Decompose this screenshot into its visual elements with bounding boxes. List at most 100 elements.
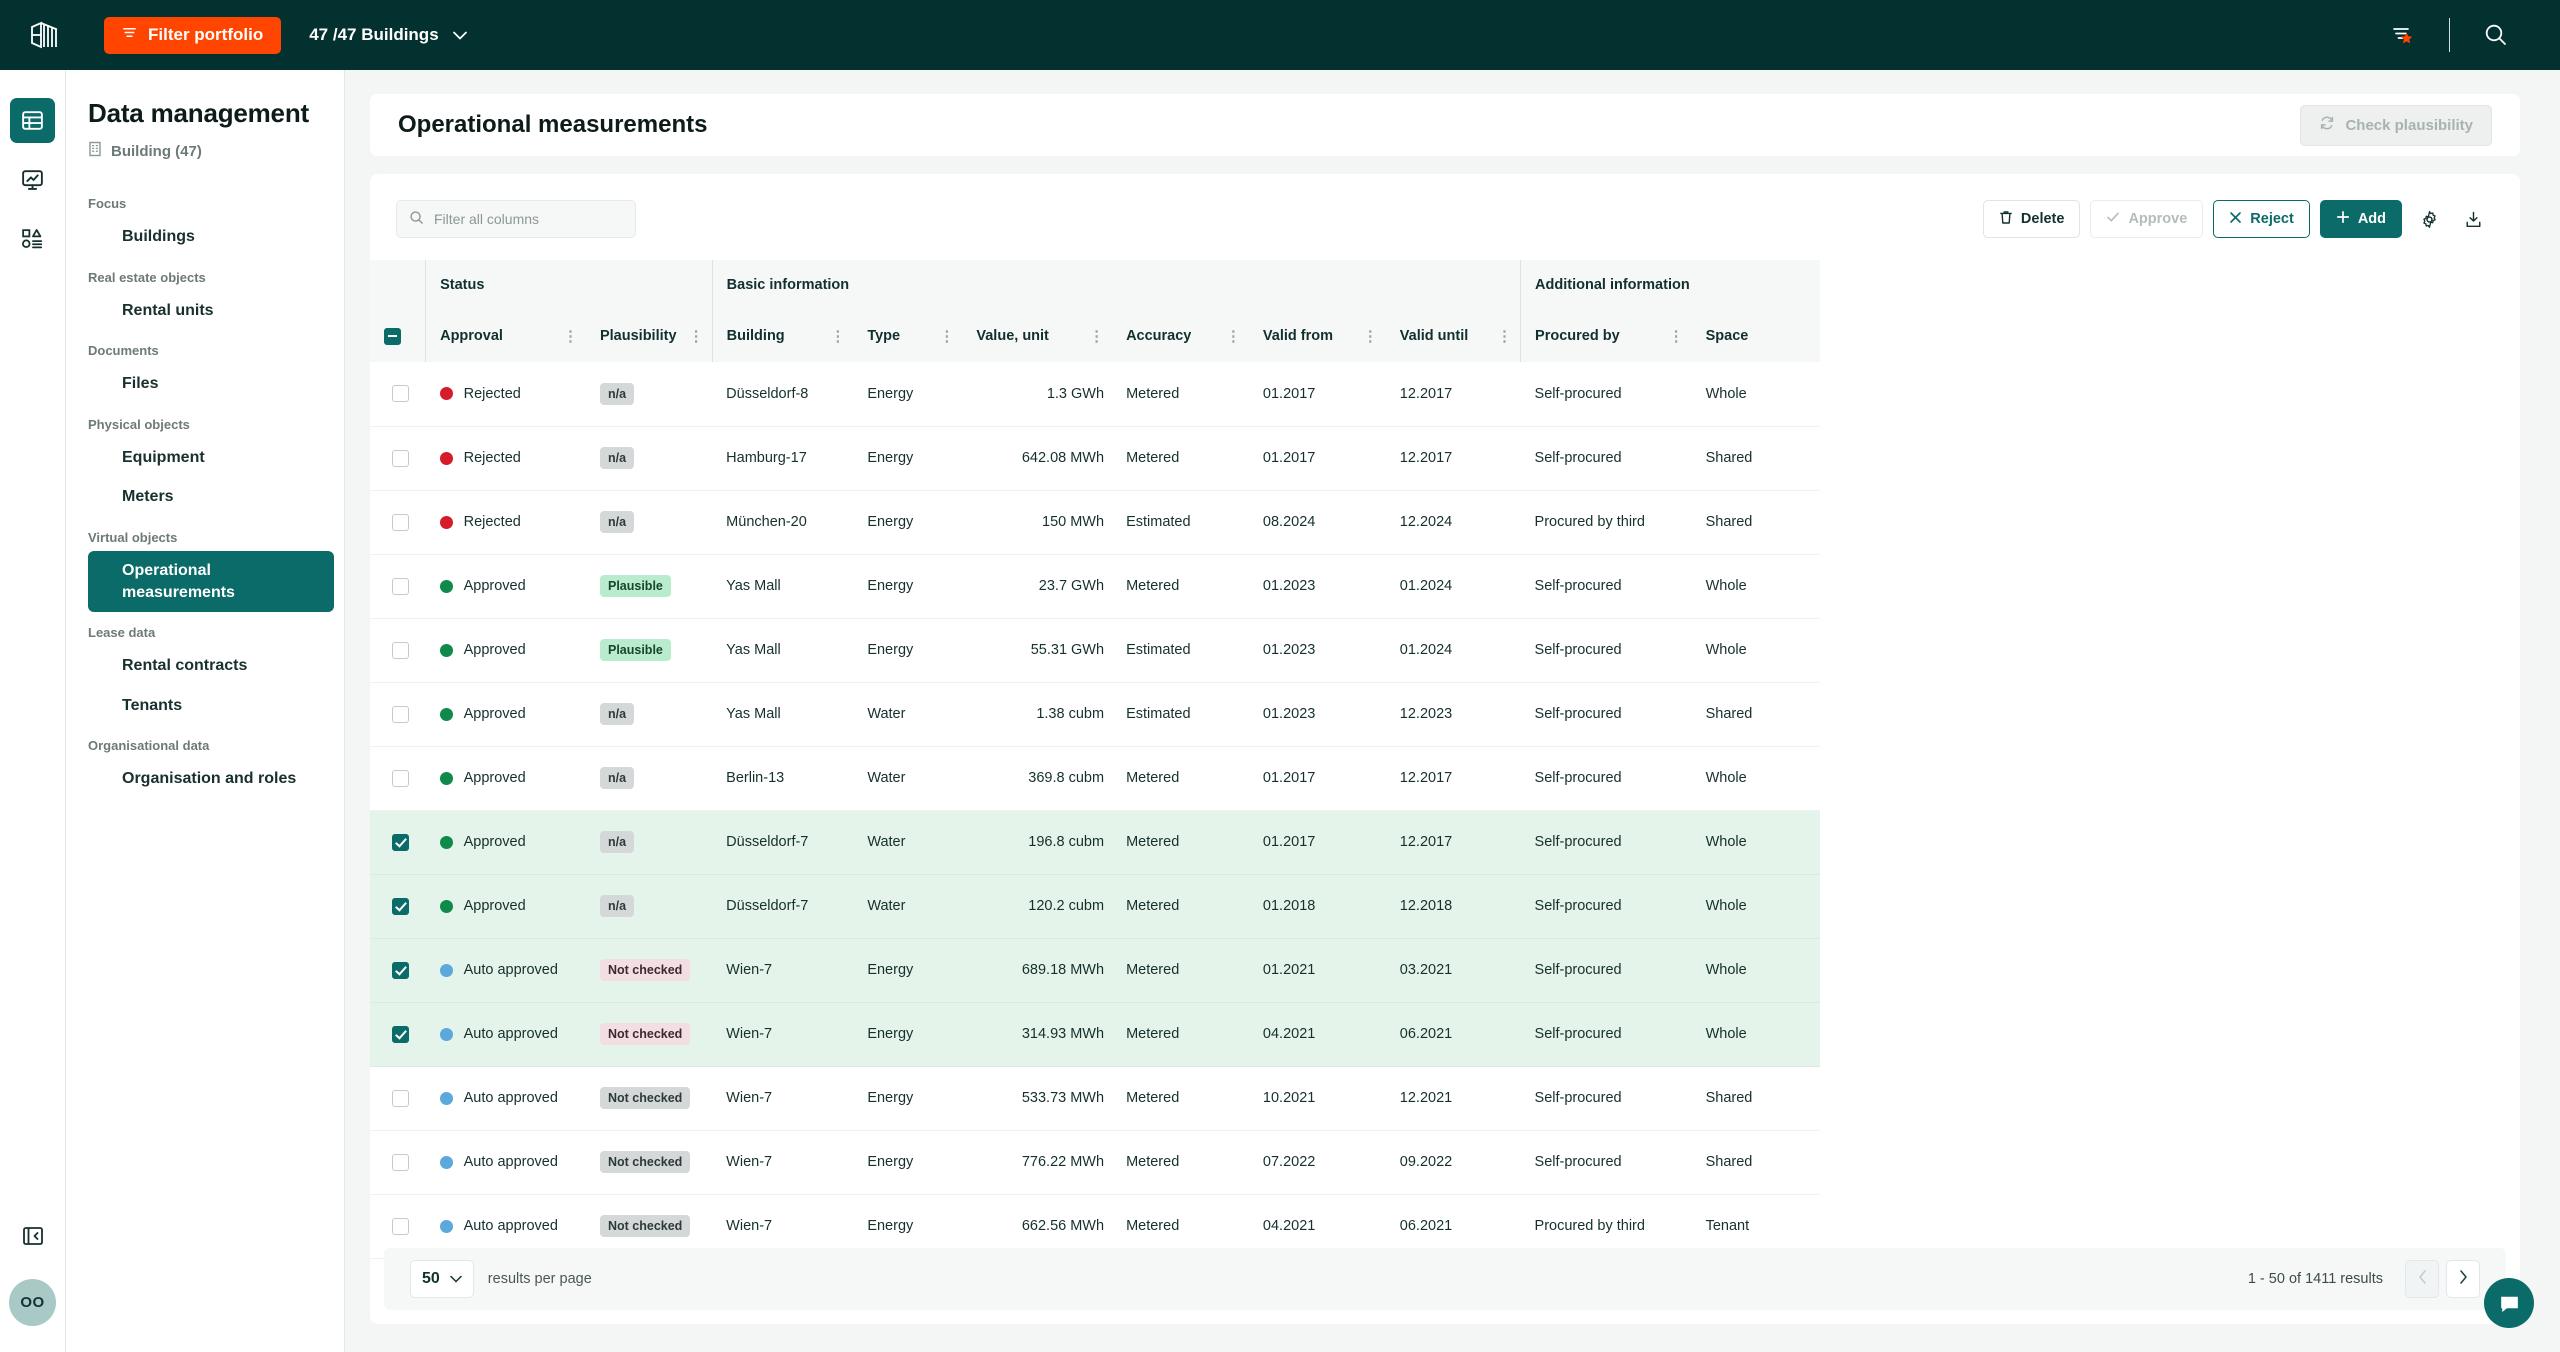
column-header-label: Value, unit (976, 328, 1049, 344)
cell-space: Shared (1705, 450, 1753, 466)
prev-page-button[interactable] (2405, 1260, 2439, 1298)
sidebar-item-tenants[interactable]: Tenants (88, 686, 334, 726)
cell-type: Water (867, 898, 906, 914)
search-icon[interactable] (2466, 0, 2526, 70)
collapse-panel-icon[interactable] (21, 1224, 45, 1253)
cell-value: 120.2 cubm (1028, 898, 1105, 914)
buildings-selector[interactable]: 47 /47 Buildings (309, 25, 467, 45)
column-header-plausibility[interactable]: Plausibility ⋮ (585, 310, 713, 362)
gear-icon[interactable] (2412, 202, 2446, 236)
search-input[interactable]: Filter all columns (396, 200, 636, 238)
column-header-building[interactable]: Building ⋮ (711, 310, 854, 362)
column-header-accuracy[interactable]: Accuracy ⋮ (1112, 310, 1249, 362)
sidebar-item-equipment[interactable]: Equipment (88, 438, 334, 478)
row-checkbox[interactable] (392, 513, 409, 531)
check-plausibility-button[interactable]: Check plausibility (2300, 104, 2492, 146)
table-row[interactable]: Auto approved Not checked Wien-7 Energy 533.… (370, 1066, 1820, 1130)
table-row[interactable]: Rejected n/a Düsseldorf-8 Energy 1.3 GWh Mete… (370, 362, 1820, 426)
chat-bubble-icon[interactable] (2484, 1278, 2534, 1328)
row-checkbox[interactable] (392, 1153, 409, 1171)
column-menu-icon[interactable]: ⋮ (1216, 329, 1241, 344)
row-checkbox[interactable] (392, 961, 409, 979)
chevron-left-icon (2418, 1269, 2427, 1289)
building-logo-icon[interactable] (12, 18, 78, 52)
table-row[interactable]: Approved n/a Düsseldorf-7 Water 196.8 cubm Me… (370, 810, 1820, 874)
cell-type: Energy (867, 578, 914, 594)
filter-portfolio-button[interactable]: Filter portfolio (104, 16, 282, 54)
rail-item-table-view[interactable] (10, 98, 55, 143)
column-menu-icon[interactable]: ⋮ (1659, 329, 1684, 344)
row-checkbox[interactable] (392, 833, 409, 851)
status-dot-icon (439, 1091, 453, 1105)
cell-approval: Auto approved (426, 938, 586, 1002)
row-checkbox[interactable] (392, 1217, 409, 1235)
approve-button[interactable]: Approve (2090, 200, 2204, 238)
cell-plausibility: n/a (586, 746, 712, 810)
row-checkbox[interactable] (392, 1025, 409, 1043)
cell-valid-until: 12.2017 (1399, 450, 1453, 466)
cell-building: Hamburg-17 (726, 450, 807, 466)
filter-star-icon[interactable] (2373, 0, 2433, 70)
search-icon (409, 210, 424, 228)
cell-type: Energy (867, 450, 914, 466)
table-row[interactable]: Rejected n/a München-20 Energy 150 MWh Estima… (370, 490, 1820, 554)
column-menu-icon[interactable]: ⋮ (1487, 329, 1512, 344)
row-checkbox[interactable] (392, 1089, 409, 1107)
row-checkbox[interactable] (392, 769, 409, 787)
column-menu-icon[interactable]: ⋮ (553, 329, 578, 344)
next-page-button[interactable] (2446, 1260, 2480, 1298)
table-row[interactable]: Approved Plausible Yas Mall Energy 55.31 GWh… (370, 618, 1820, 682)
table-row[interactable]: Auto approved Not checked Wien-7 Energy 314.… (370, 1002, 1820, 1066)
cell-valid-until: 09.2022 (1399, 1154, 1453, 1170)
column-header-value[interactable]: Value, unit ⋮ (962, 310, 1113, 362)
rail-item-modules[interactable] (10, 216, 55, 261)
column-menu-icon[interactable]: ⋮ (1353, 329, 1378, 344)
column-menu-icon[interactable]: ⋮ (1079, 329, 1104, 344)
cell-space: Whole (1705, 578, 1747, 594)
download-icon[interactable] (2456, 202, 2490, 236)
cell-type: Energy (867, 1090, 914, 1106)
row-checkbox[interactable] (392, 705, 409, 723)
sidebar-group-label: Documents (88, 343, 159, 359)
sidebar-item-buildings[interactable]: Buildings (88, 217, 334, 257)
sidebar-item-meters[interactable]: Meters (88, 477, 334, 517)
column-menu-icon[interactable]: ⋮ (679, 329, 704, 344)
table-row[interactable]: Approved n/a Düsseldorf-7 Water 120.2 cubm Me… (370, 874, 1820, 938)
row-checkbox[interactable] (392, 449, 409, 467)
select-all-checkbox[interactable] (384, 327, 401, 345)
reject-button[interactable]: Reject (2213, 200, 2310, 238)
cell-building: Yas Mall (726, 642, 781, 658)
table-row[interactable]: Approved n/a Berlin-13 Water 369.8 cubm Meter… (370, 746, 1820, 810)
sidebar-item-rental-contracts[interactable]: Rental contracts (88, 646, 334, 686)
column-header-type[interactable]: Type ⋮ (853, 310, 963, 362)
table-row[interactable]: Approved Plausible Yas Mall Energy 23.7 GWh M… (370, 554, 1820, 618)
rail-item-dashboard[interactable] (10, 157, 55, 202)
row-checkbox[interactable] (392, 897, 409, 915)
table-row[interactable]: Auto approved Not checked Wien-7 Energy 776.… (370, 1130, 1820, 1194)
avatar[interactable]: OO (9, 1279, 56, 1326)
column-header-approval[interactable]: Approval ⋮ (425, 310, 586, 362)
row-checkbox[interactable] (392, 385, 409, 403)
column-menu-icon[interactable]: ⋮ (820, 329, 845, 344)
table-row[interactable]: Approved n/a Yas Mall Water 1.38 cubm Estimat… (370, 682, 1820, 746)
delete-button[interactable]: Delete (1982, 200, 2081, 238)
table-row[interactable]: Auto approved Not checked Wien-7 Energy 689.… (370, 938, 1820, 1002)
add-button[interactable]: Add (2319, 200, 2402, 238)
table-row[interactable]: Rejected n/a Hamburg-17 Energy 642.08 MWh Met… (370, 426, 1820, 490)
sidebar-item-rental-units[interactable]: Rental units (88, 291, 334, 331)
column-header-valid_from[interactable]: Valid from ⋮ (1248, 310, 1386, 362)
cell-value: 642.08 MWh (1021, 450, 1105, 466)
column-header-space[interactable]: Space (1691, 310, 1820, 362)
column-header-valid_until[interactable]: Valid until ⋮ (1385, 310, 1521, 362)
sidebar-item-files[interactable]: Files (88, 364, 334, 404)
status-dot-icon (439, 771, 453, 785)
sidebar-item-organisation-and-roles[interactable]: Organisation and roles (88, 759, 334, 799)
row-select-cell (370, 554, 426, 618)
row-checkbox[interactable] (392, 641, 409, 659)
column-menu-icon[interactable]: ⋮ (929, 329, 954, 344)
results-per-page-select[interactable]: 50 (410, 1260, 474, 1298)
data-table-wrapper[interactable]: Status Basic information Additional inform… (370, 260, 2520, 1259)
row-checkbox[interactable] (392, 577, 409, 595)
column-header-procured_by[interactable]: Procured by ⋮ (1520, 310, 1692, 362)
sidebar-item-operational-measurements[interactable]: Operational measurements (88, 550, 334, 613)
